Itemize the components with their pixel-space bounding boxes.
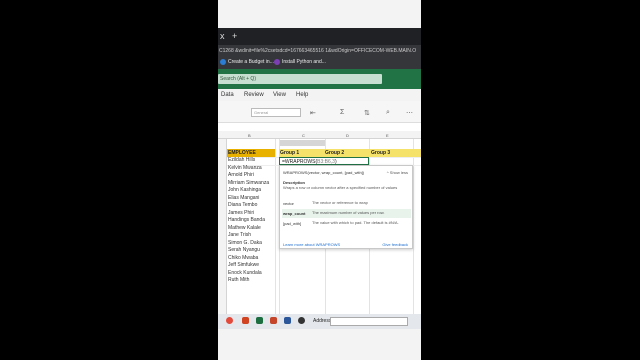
sort-icon[interactable]: ⇅ bbox=[364, 109, 370, 117]
employee-cell[interactable]: Kelvin Mwanza bbox=[228, 165, 275, 173]
formula-edit-cell[interactable]: =WRAPROWS(B3:B6,3) bbox=[279, 157, 369, 165]
excel-icon[interactable] bbox=[256, 317, 263, 324]
menu-view[interactable]: View bbox=[273, 92, 286, 98]
employee-cell[interactable]: John Kashinga bbox=[228, 187, 275, 195]
param-name: vector bbox=[283, 201, 294, 206]
address-bar[interactable]: C1268 &wdinit=file%2csetsdcd=16766346551… bbox=[218, 45, 421, 57]
employee-cell[interactable]: Ezildah Hills bbox=[228, 157, 275, 165]
menu-help[interactable]: Help bbox=[296, 92, 308, 98]
decimal-icon[interactable]: ⇤ bbox=[310, 109, 316, 117]
group-1-cell[interactable]: Group 1 bbox=[280, 150, 299, 156]
menu-bar: Data Review View Help bbox=[218, 89, 421, 101]
right-letterbox bbox=[421, 0, 640, 360]
menu-data[interactable]: Data bbox=[221, 92, 234, 98]
employee-cell[interactable]: Jane Trish bbox=[228, 232, 275, 240]
column-header-b[interactable]: B bbox=[248, 133, 251, 138]
bookmark-budget[interactable]: Create a Budget in... bbox=[220, 59, 274, 65]
selected-columns bbox=[279, 140, 325, 146]
employee-cell[interactable]: Jeff Simfukwe bbox=[228, 262, 275, 270]
param-name: [pad_with] bbox=[283, 221, 302, 226]
excel-header: Search (Alt + Q) bbox=[218, 69, 421, 89]
column-header-d[interactable]: D bbox=[346, 133, 349, 138]
find-icon[interactable]: ⌕ bbox=[386, 109, 390, 117]
number-format-select[interactable]: General bbox=[251, 108, 301, 117]
row-header-column bbox=[218, 139, 227, 315]
employee-cell[interactable]: Ruth Mith bbox=[228, 277, 275, 285]
employee-cell[interactable]: Diana Tembo bbox=[228, 202, 275, 210]
param-name: wrap_count bbox=[283, 211, 306, 216]
employee-cell[interactable]: Arnold Phiri bbox=[228, 172, 275, 180]
employee-cell[interactable]: Mirriam Simwanza bbox=[228, 180, 275, 188]
word-icon[interactable] bbox=[284, 317, 291, 324]
employee-cell[interactable]: James Phiri bbox=[228, 210, 275, 218]
show-less-button[interactable]: ^ Show less bbox=[387, 170, 408, 175]
employee-cell[interactable]: Mathew Kalale bbox=[228, 225, 275, 233]
ribbon: General ⇤ Σ ⇅ ⌕ ⋯ bbox=[218, 101, 421, 123]
windows-taskbar: Address bbox=[218, 314, 421, 329]
address-label: Address bbox=[313, 318, 332, 324]
param-desc: The vector or reference to wrap bbox=[312, 200, 368, 205]
employee-cell[interactable]: Handings Banda bbox=[228, 217, 275, 225]
employee-cell[interactable]: Elias Mangani bbox=[228, 195, 275, 203]
param-wrap-count: wrap_count The maximum number of values … bbox=[282, 209, 411, 218]
chrome-icon[interactable] bbox=[226, 317, 233, 324]
function-signature: WRAPROWS(vector, wrap_count, [pad_with]) bbox=[283, 170, 365, 175]
employee-cell[interactable]: Enock Kundala bbox=[228, 270, 275, 278]
bookmark-icon bbox=[220, 59, 226, 65]
param-vector: vector The vector or reference to wrap bbox=[282, 199, 411, 208]
employee-cell[interactable]: Serah Nyangu bbox=[228, 247, 275, 255]
windows-icon[interactable] bbox=[298, 317, 305, 324]
feedback-link[interactable]: Give feedback bbox=[382, 242, 408, 247]
column-header-row: B C D E bbox=[218, 131, 421, 146]
more-icon[interactable]: ⋯ bbox=[406, 109, 413, 117]
param-desc: The maximum number of values per row. bbox=[312, 210, 385, 215]
left-letterbox bbox=[0, 0, 218, 360]
close-tab-icon[interactable]: x bbox=[220, 31, 225, 41]
autosum-icon[interactable]: Σ bbox=[340, 109, 344, 116]
address-input[interactable] bbox=[330, 317, 408, 326]
group-header-row: Group 1 Group 2 Group 3 bbox=[279, 149, 421, 157]
screen: x + C1268 &wdinit=file%2csetsdcd=1676634… bbox=[218, 0, 421, 360]
param-pad-with: [pad_with] The value with which to pad. … bbox=[282, 219, 411, 228]
menu-review[interactable]: Review bbox=[244, 92, 264, 98]
description-text: Wraps a row or column vector after a spe… bbox=[283, 185, 398, 190]
bookmark-icon bbox=[274, 59, 280, 65]
learn-more-link[interactable]: Learn more about WRAPROWS bbox=[283, 242, 340, 247]
employee-header-cell[interactable]: EMPLOYEE bbox=[227, 149, 275, 157]
spreadsheet-grid[interactable]: B C D E EMPLOYEE Ezildah Hills Kelvin Mw… bbox=[218, 123, 421, 315]
column-header-c[interactable]: C bbox=[302, 133, 305, 138]
bookmark-python[interactable]: Install Python and... bbox=[274, 59, 326, 65]
employee-cell[interactable]: Chiko Mwaba bbox=[228, 255, 275, 263]
function-tooltip: WRAPROWS(vector, wrap_count, [pad_with])… bbox=[279, 165, 413, 249]
employee-list: Ezildah Hills Kelvin Mwanza Arnold Phiri… bbox=[228, 157, 275, 285]
bookmarks-bar: Create a Budget in... Install Python and… bbox=[218, 57, 421, 69]
powerpoint-icon[interactable] bbox=[270, 317, 277, 324]
office-icon[interactable] bbox=[242, 317, 249, 324]
new-tab-button[interactable]: + bbox=[232, 31, 237, 41]
group-3-cell[interactable]: Group 3 bbox=[371, 150, 390, 156]
browser-tab-bar: x + bbox=[218, 28, 421, 45]
employee-cell[interactable]: Simon G. Daka bbox=[228, 240, 275, 248]
column-header-e[interactable]: E bbox=[386, 133, 389, 138]
group-2-cell[interactable]: Group 2 bbox=[325, 150, 344, 156]
search-input[interactable]: Search (Alt + Q) bbox=[218, 74, 382, 84]
param-desc: The value with which to pad. The default… bbox=[312, 220, 399, 225]
